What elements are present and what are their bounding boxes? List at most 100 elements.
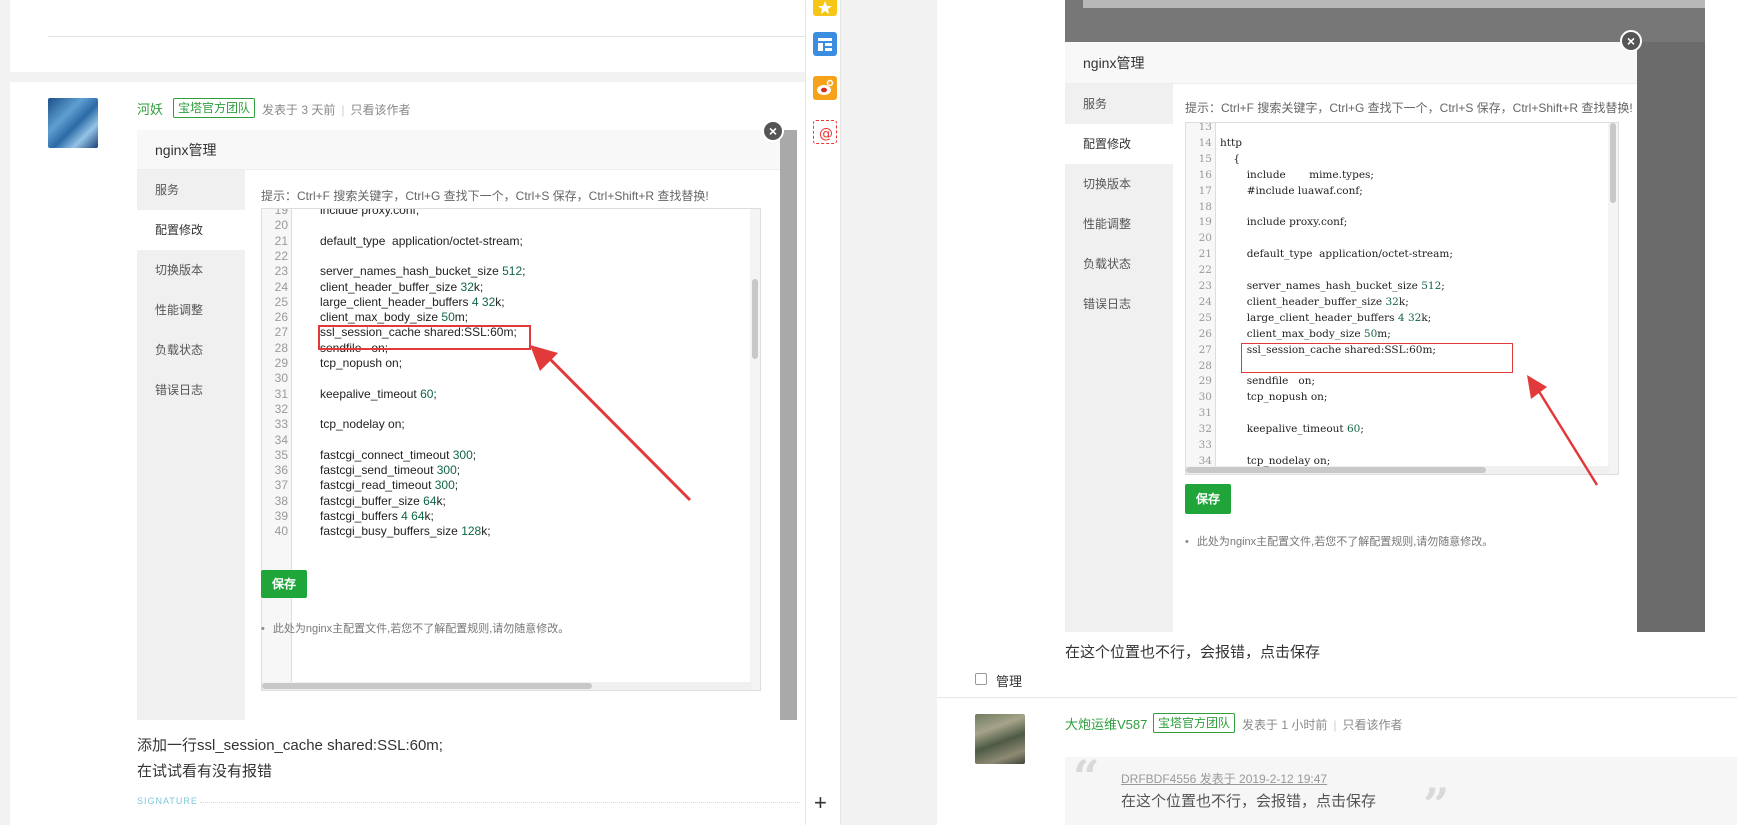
only-author-link[interactable]: 只看该作者 [350, 103, 410, 117]
code-line[interactable]: 19 include proxy.conf; [262, 208, 760, 218]
code-text: include mime.types; [1220, 168, 1374, 181]
backdrop-edge [780, 130, 797, 720]
divider [937, 697, 1737, 698]
line-number: 30 [1198, 391, 1212, 404]
menu-error-log[interactable]: 错误日志 [1065, 284, 1173, 324]
line-number: 29 [274, 356, 288, 370]
editor-tip: 提示：Ctrl+F 搜索关键字，Ctrl+G 查找下一个，Ctrl+S 保存，C… [261, 189, 709, 203]
code-line[interactable]: 21 default_type application/octet-stream… [1186, 247, 1618, 263]
code-text: fastcgi_read_timeout 300; [320, 478, 459, 493]
annotation-arrow [530, 345, 692, 502]
menu-version[interactable]: 切换版本 [1065, 164, 1173, 204]
mail-at-icon[interactable]: @ [813, 120, 837, 144]
close-icon[interactable]: × [762, 120, 784, 142]
menu-service[interactable]: 服务 [137, 170, 245, 210]
code-text: fastcgi_send_timeout 300; [320, 463, 461, 478]
code-line[interactable]: 40 fastcgi_busy_buffers_size 128k; [262, 524, 760, 539]
code-line[interactable]: 17 #include luawaf.conf; [1186, 184, 1618, 200]
code-text: server_names_hash_bucket_size 512; [320, 264, 526, 279]
line-number: 31 [274, 386, 288, 401]
code-text: client_header_buffer_size 32k; [320, 279, 484, 294]
previous-post-footer [0, 0, 805, 75]
weibo-icon[interactable] [813, 76, 837, 100]
line-number: 22 [1198, 264, 1212, 277]
menu-performance[interactable]: 性能调整 [137, 290, 245, 330]
open-quote-icon: “ [1073, 750, 1100, 804]
line-number: 21 [274, 233, 288, 248]
line-number: 13 [1198, 122, 1212, 133]
code-line[interactable]: 24 client_header_buffer_size 32k; [1186, 295, 1618, 311]
manage-checkbox[interactable] [975, 673, 987, 685]
code-text: #include luawaf.conf; [1220, 184, 1363, 197]
config-warning: 此处为nginx主配置文件,若您不了解配置规则,请勿随意修改。 [261, 620, 569, 636]
code-line[interactable]: 16 include mime.types; [1186, 168, 1618, 184]
code-line[interactable]: 22 [262, 249, 760, 264]
save-button[interactable]: 保存 [1185, 484, 1231, 514]
code-line[interactable]: 26 client_max_body_size 50m; [262, 310, 760, 325]
code-text: tcp_nopush on; [320, 356, 403, 370]
favorite-icon[interactable] [813, 0, 837, 16]
code-line[interactable]: 25 large_client_header_buffers 4 32k; [1186, 311, 1618, 327]
quote-source[interactable]: DRFBDF4556 发表于 2019-2-12 19:47 [1121, 770, 1327, 787]
dialog-title: nginx管理 [137, 130, 797, 170]
line-number: 14 [1198, 136, 1212, 149]
editor-tip: 提示：Ctrl+F 搜索关键字，Ctrl+G 查找下一个，Ctrl+S 保存，C… [1185, 101, 1633, 115]
line-number: 35 [274, 447, 288, 462]
avatar[interactable] [48, 98, 98, 148]
menu-config[interactable]: 配置修改 [137, 210, 245, 250]
config-warning: 此处为nginx主配置文件,若您不了解配置规则,请勿随意修改。 [1185, 533, 1493, 549]
menu-error-log[interactable]: 错误日志 [137, 370, 245, 410]
dialog-title: nginx管理 [1065, 42, 1637, 84]
code-line[interactable]: 24 client_header_buffer_size 32k; [262, 280, 760, 295]
line-number: 17 [1198, 184, 1212, 197]
code-line[interactable]: 25 large_client_header_buffers 4 32k; [262, 295, 760, 310]
code-text: large_client_header_buffers 4 32k; [320, 294, 505, 309]
line-number: 20 [274, 218, 288, 233]
layout-icon[interactable] [813, 32, 837, 56]
code-line[interactable]: 15 { [1186, 152, 1618, 168]
line-number: 34 [1198, 454, 1212, 467]
only-author-link[interactable]: 只看该作者 [1342, 718, 1402, 732]
manage-label[interactable]: 管理 [996, 671, 1022, 690]
avatar[interactable] [975, 714, 1025, 764]
menu-performance[interactable]: 性能调整 [1065, 204, 1173, 244]
line-number: 39 [274, 509, 288, 523]
author-name[interactable]: 河妖 [137, 99, 163, 118]
signature-divider [200, 802, 800, 803]
code-line[interactable]: 26 client_max_body_size 50m; [1186, 327, 1618, 343]
annotation-arrow [1527, 375, 1599, 486]
code-text: large_client_header_buffers 4 32k; [1220, 311, 1432, 324]
author-name[interactable]: 大炮运维V587 [1065, 714, 1147, 733]
post-time: 发表于 1 小时前 [1242, 718, 1328, 732]
menu-load-status[interactable]: 负载状态 [1065, 244, 1173, 284]
line-number: 19 [274, 208, 288, 217]
close-icon[interactable]: × [1620, 30, 1642, 52]
share-toolbar: @ + [805, 0, 841, 825]
line-number: 26 [274, 310, 288, 325]
post-line: 在试试看有没有报错 [137, 763, 273, 780]
add-icon[interactable]: + [814, 790, 827, 816]
code-text: tcp_nodelay on; [320, 417, 405, 432]
code-line[interactable]: 22 [1186, 263, 1618, 279]
horizontal-scrollbar[interactable] [262, 682, 752, 690]
code-line[interactable]: 14 http [1186, 136, 1618, 152]
post-line: 添加一行ssl_session_cache shared:SSL:60m; [137, 737, 443, 754]
code-line[interactable]: 19 include proxy.conf; [1186, 215, 1618, 231]
menu-version[interactable]: 切换版本 [137, 250, 245, 290]
code-line[interactable]: 21 default_type application/octet-stream; [262, 234, 760, 249]
save-button[interactable]: 保存 [261, 570, 307, 598]
code-line[interactable]: 23 server_names_hash_bucket_size 512; [1186, 279, 1618, 295]
menu-service[interactable]: 服务 [1065, 84, 1173, 124]
menu-config[interactable]: 配置修改 [1065, 124, 1173, 164]
code-line[interactable]: 20 [1186, 231, 1618, 247]
scroll-thumb[interactable] [262, 683, 592, 689]
code-line[interactable]: 23 server_names_hash_bucket_size 512; [262, 264, 760, 279]
code-line[interactable]: 39 fastcgi_buffers 4 64k; [262, 509, 760, 524]
quote-text: 在这个位置也不行，会报错，点击保存 [1121, 793, 1377, 810]
code-line[interactable]: 18 [1186, 200, 1618, 216]
code-line[interactable]: 20 [262, 218, 760, 233]
page-gutter [841, 0, 937, 825]
menu-load-status[interactable]: 负载状态 [137, 330, 245, 370]
code-line[interactable]: 13 [1186, 122, 1618, 136]
line-number: 33 [274, 417, 288, 432]
